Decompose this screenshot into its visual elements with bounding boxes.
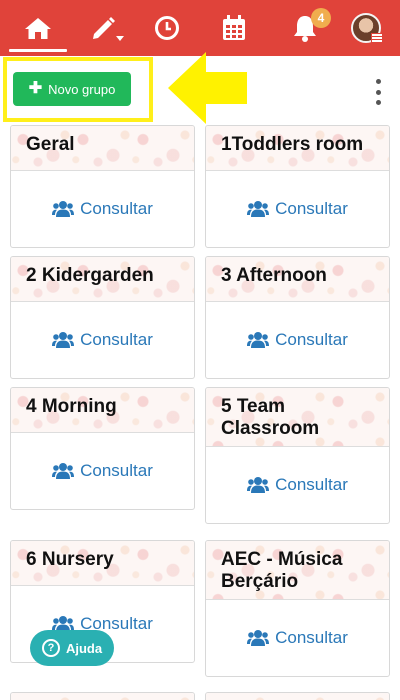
top-navigation-bar: 4	[0, 0, 400, 56]
group-card-header: 1Toddlers room	[206, 126, 389, 171]
kebab-dot	[375, 79, 381, 84]
users-icon	[247, 201, 270, 217]
consult-button[interactable]: Consultar	[206, 302, 389, 378]
plus-icon: ✚	[28, 80, 43, 97]
group-card-header: 2 Kidergarden	[11, 257, 194, 302]
consult-label: Consultar	[275, 330, 348, 349]
group-card-header: 5 Team Classroom	[206, 388, 389, 447]
group-card: 1Toddlers room Consultar	[205, 125, 390, 248]
nav-calendar[interactable]	[212, 0, 256, 56]
calendar-icon	[223, 15, 245, 40]
avatar-menu-icon	[371, 33, 383, 43]
group-title: Geral	[26, 134, 75, 155]
group-card: Geral Consultar	[10, 125, 195, 248]
new-group-label: Novo grupo	[48, 81, 116, 97]
consult-label: Consultar	[275, 199, 348, 218]
kebab-dot	[375, 89, 381, 95]
new-group-button[interactable]: ✚ Novo grupo	[13, 72, 131, 106]
group-card-header: 4 Morning	[11, 388, 194, 433]
consult-label: Consultar	[275, 475, 348, 494]
nav-edit[interactable]	[80, 0, 132, 56]
consult-label: Consultar	[275, 628, 348, 647]
users-icon	[247, 332, 270, 348]
question-icon: ?	[41, 639, 60, 657]
group-card: 3 Afternoon Consultar	[205, 256, 390, 379]
nav-notifications[interactable]: 4	[277, 0, 333, 56]
more-options-button[interactable]	[371, 79, 385, 105]
consult-label: Consultar	[80, 330, 153, 349]
nav-profile[interactable]	[342, 0, 390, 56]
users-icon	[247, 477, 270, 493]
users-icon	[52, 463, 75, 479]
group-title: 4 Morning	[26, 396, 117, 417]
help-label: Ajuda	[65, 640, 103, 656]
group-card: 4 Morning Consultar	[10, 387, 195, 510]
consult-button[interactable]: Consultar	[11, 302, 194, 378]
nav-home[interactable]	[5, 0, 71, 56]
group-card-header: AEC - Música Berçário	[206, 541, 389, 600]
home-icon	[25, 18, 51, 39]
group-title: 2 Kidergarden	[26, 265, 154, 286]
group-card-header	[206, 693, 389, 700]
page: 4 ✚ Novo grupo Geral Consultar 1Toddlers…	[0, 0, 400, 700]
consult-button[interactable]: Consultar	[206, 600, 389, 676]
group-title: AEC - Música Berçário	[221, 549, 343, 592]
group-card: 2 Kidergarden Consultar	[10, 256, 195, 379]
avatar	[351, 13, 383, 43]
users-icon	[52, 332, 75, 348]
group-card-partial	[10, 692, 195, 700]
group-card: 5 Team Classroom Consultar	[205, 387, 390, 524]
group-card-header: 3 Afternoon	[206, 257, 389, 302]
group-title: 3 Afternoon	[221, 265, 327, 286]
consult-button[interactable]: Consultar	[206, 447, 389, 523]
group-card-header: Geral	[11, 126, 194, 171]
group-card: AEC - Música Berçário Consultar	[205, 540, 390, 677]
users-icon	[247, 630, 270, 646]
group-title: 5 Team Classroom	[221, 396, 320, 439]
group-card-header	[11, 693, 194, 700]
consult-button[interactable]: Consultar	[11, 433, 194, 509]
consult-button[interactable]: Consultar	[206, 171, 389, 247]
clock-icon	[155, 16, 179, 40]
group-title: 6 Nursery	[26, 549, 114, 570]
notification-badge: 4	[311, 8, 331, 28]
kebab-dot	[375, 100, 381, 105]
group-card-partial	[205, 692, 390, 700]
consult-button[interactable]: Consultar	[11, 171, 194, 247]
consult-label: Consultar	[80, 199, 153, 218]
nav-history[interactable]	[145, 0, 189, 56]
arrow-pointer-icon	[168, 52, 247, 124]
group-title: 1Toddlers room	[221, 134, 364, 155]
users-icon	[52, 201, 75, 217]
group-card-header: 6 Nursery	[11, 541, 194, 586]
pencil-dropdown-icon	[93, 17, 124, 41]
help-button[interactable]: ? Ajuda	[30, 630, 114, 666]
consult-label: Consultar	[80, 461, 153, 480]
